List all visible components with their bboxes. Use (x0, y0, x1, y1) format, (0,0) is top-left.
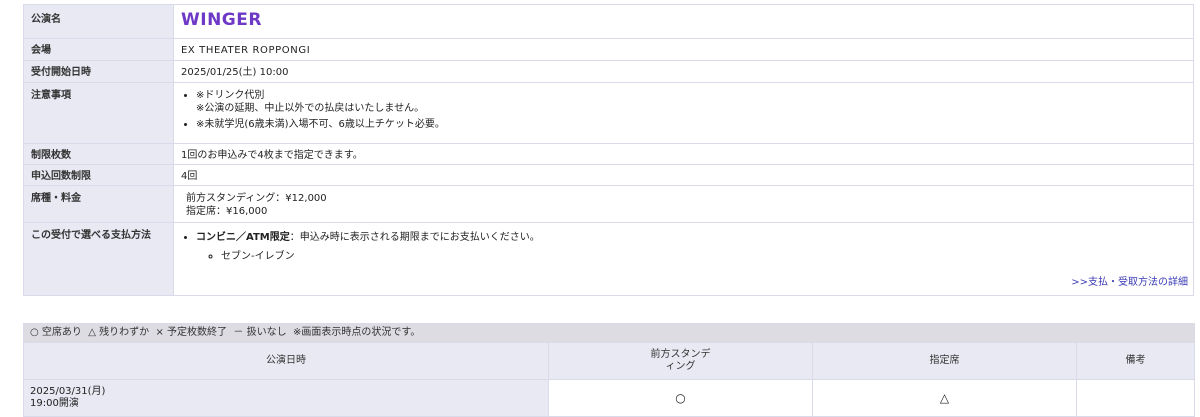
payment-desc: ：申込み時に表示される期限までにお支払いください。 (289, 232, 540, 243)
seat-price-row: 席種・料金 前方スタンディング：¥12,000 指定席：¥16,000 (23, 185, 1194, 223)
venue-value: EX THEATER ROPPONGI (173, 38, 1194, 61)
performance-date-cell: 2025/03/31(月) 19:00開演 (23, 379, 549, 417)
show-title: WINGER (181, 10, 262, 30)
few-left-symbol: △ (939, 391, 950, 405)
payment-details-link[interactable]: >>支払・受取方法の詳細 (1071, 276, 1188, 289)
note-item: ※未就学児(6歳未満)入場不可、6歳以上チケット必要。 (196, 118, 1193, 131)
performance-info-table: 公演名 WINGER 会場 EX THEATER ROPPONGI 受付開始日時… (23, 4, 1194, 296)
apply-count-row: 申込回数制限 4回 (23, 164, 1194, 186)
note-item: ※ドリンク代別 ※公演の延期、中止以外での払戻はいたしません。 (196, 89, 1193, 115)
availability-legend: ○ 空席あり △ 残りわずか × 予定枚数終了 － 扱いなし ※画面表示時点の状… (22, 323, 1196, 343)
notes-list: ※ドリンク代別 ※公演の延期、中止以外での払戻はいたしません。 ※未就学児(6歳… (181, 89, 1193, 131)
availability-table: ○ 空席あり △ 残りわずか × 予定枚数終了 － 扱いなし ※画面表示時点の状… (22, 323, 1196, 417)
notes-label: 注意事項 (23, 82, 174, 144)
availability-legend-row: ○ 空席あり △ 残りわずか × 予定枚数終了 － 扱いなし ※画面表示時点の状… (22, 323, 1196, 343)
available-symbol: ○ (675, 391, 686, 405)
seat-price-line: 指定席：¥16,000 (186, 206, 268, 217)
limit-label: 制限枚数 (23, 143, 174, 165)
performance-date: 2025/03/31(月) (30, 386, 106, 397)
apply-count-value: 4回 (173, 164, 1194, 186)
limit-row: 制限枚数 1回のお申込みで4枚まで指定できます。 (23, 143, 1194, 165)
apply-count-label: 申込回数制限 (23, 164, 174, 186)
title-label: 公演名 (23, 4, 174, 39)
reserved-availability[interactable]: △ (812, 379, 1077, 417)
availability-header-row: 公演日時 前方スタンデ ィング 指定席 備考 (23, 342, 1196, 380)
title-row: 公演名 WINGER (23, 4, 1194, 39)
seat-price-label: 席種・料金 (23, 185, 174, 223)
col-header-reserved: 指定席 (812, 342, 1077, 380)
start-label: 受付開始日時 (23, 60, 174, 83)
start-row: 受付開始日時 2025/01/25(土) 10:00 (23, 60, 1194, 83)
col-header-standing: 前方スタンデ ィング (548, 342, 813, 380)
ticket-page: 公演名 WINGER 会場 EX THEATER ROPPONGI 受付開始日時… (0, 0, 1200, 417)
payment-method: コンビニ／ATM限定 (196, 232, 290, 243)
payment-row: この受付で選べる支払方法 コンビニ／ATM限定：申込み時に表示される期限までにお… (23, 222, 1194, 296)
performance-time: 19:00開演 (30, 398, 79, 409)
notes-row: 注意事項 ※ドリンク代別 ※公演の延期、中止以外での払戻はいたしません。 ※未就… (23, 82, 1194, 144)
payment-label: この受付で選べる支払方法 (23, 222, 174, 296)
limit-value: 1回のお申込みで4枚まで指定できます。 (173, 143, 1194, 165)
payment-item: コンビニ／ATM限定：申込み時に表示される期限までにお支払いください。 セブン-… (196, 231, 1193, 263)
payment-list: コンビニ／ATM限定：申込み時に表示される期限までにお支払いください。 セブン-… (181, 231, 1193, 263)
standing-availability[interactable]: ○ (548, 379, 813, 417)
payment-store: セブン-イレブン (221, 250, 1193, 263)
seat-price-line: 前方スタンディング：¥12,000 (186, 193, 327, 204)
table-row[interactable]: 2025/03/31(月) 19:00開演 ○ △ (23, 379, 1196, 417)
note-cell (1075, 379, 1196, 417)
col-header-date: 公演日時 (23, 342, 549, 380)
venue-row: 会場 EX THEATER ROPPONGI (23, 38, 1194, 61)
col-header-note: 備考 (1075, 342, 1196, 380)
start-value: 2025/01/25(土) 10:00 (173, 60, 1194, 83)
venue-label: 会場 (23, 38, 174, 61)
